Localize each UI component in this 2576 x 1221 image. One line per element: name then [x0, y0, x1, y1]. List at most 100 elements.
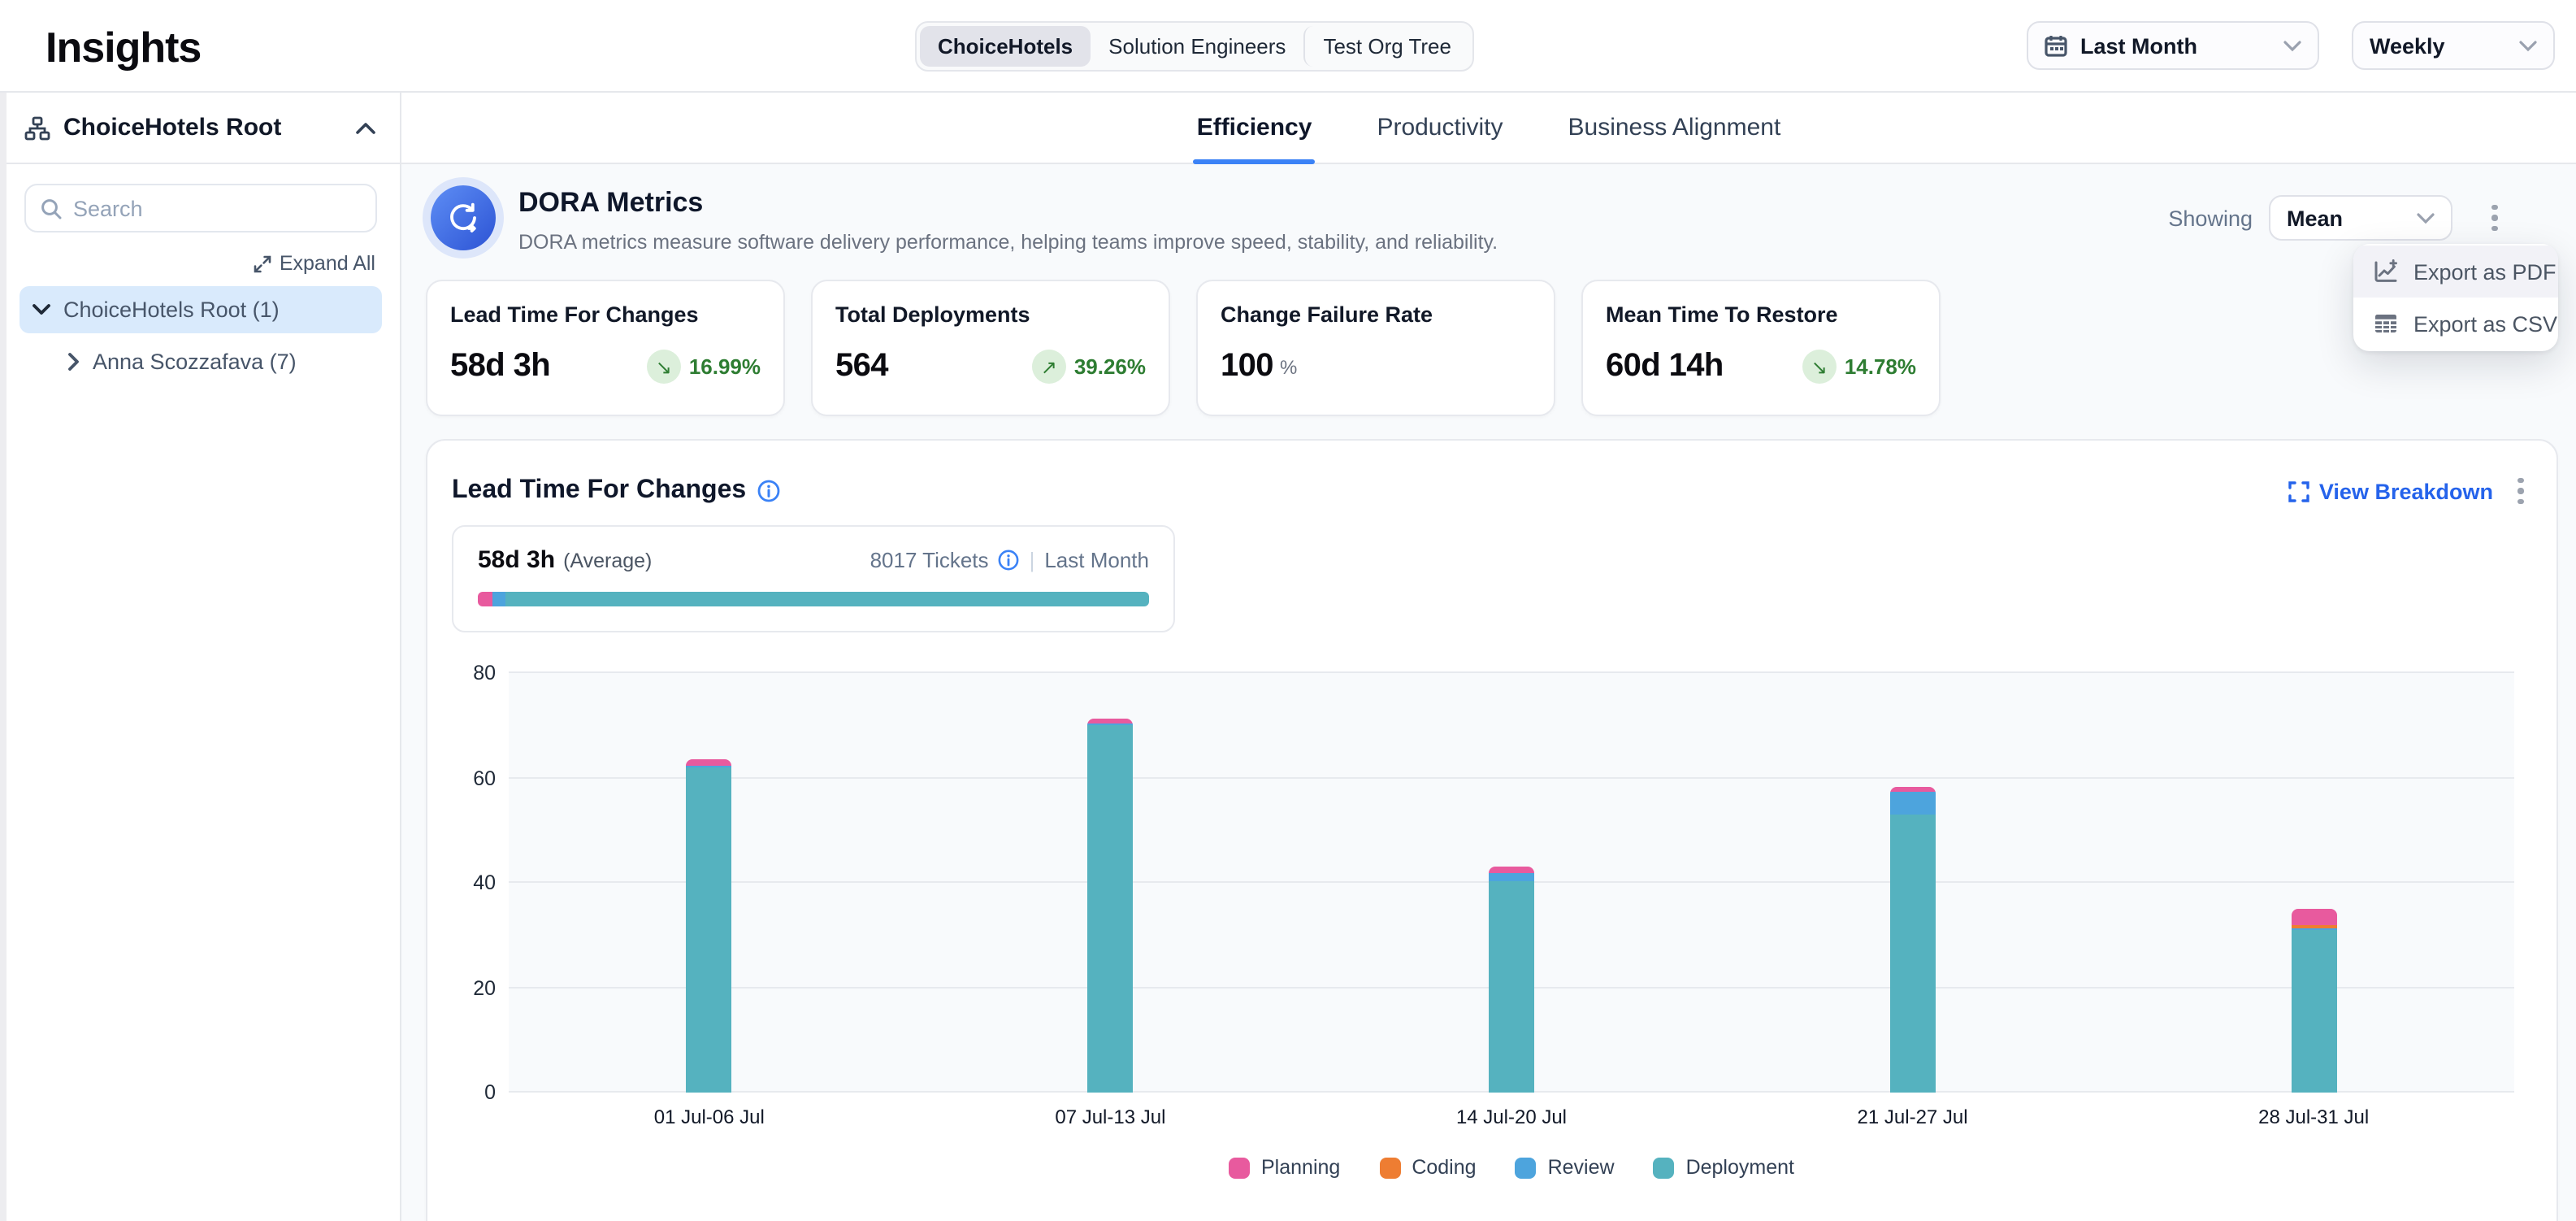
legend-label: Deployment — [1686, 1156, 1794, 1179]
chevron-down-icon[interactable] — [33, 304, 50, 315]
org-tree-sidebar: ChoiceHotels Root Expand All ChoiceHotel… — [0, 93, 401, 1221]
legend-item-coding[interactable]: Coding — [1379, 1156, 1476, 1179]
review-segment — [1489, 872, 1534, 882]
view-breakdown-button[interactable]: View Breakdown — [2288, 479, 2493, 503]
lead-time-section: Lead Time For Changes View Breakdown — [426, 439, 2558, 1221]
metric-value: 58d 3h — [450, 348, 647, 385]
stacked-bar-21 Jul-27 Jul[interactable] — [1890, 788, 1936, 1093]
chevron-down-icon — [2283, 40, 2301, 51]
tab-business-alignment[interactable]: Business Alignment — [1565, 114, 1785, 163]
period-select[interactable]: Last Month — [2027, 21, 2319, 70]
search-input[interactable] — [73, 196, 361, 220]
section-kebab-menu-icon[interactable] — [2509, 473, 2532, 509]
legend-item-review[interactable]: Review — [1516, 1156, 1615, 1179]
legend-item-deployment[interactable]: Deployment — [1654, 1156, 1794, 1179]
chevron-right-icon[interactable] — [68, 353, 80, 371]
x-tick-label: 01 Jul-06 Jul — [509, 1106, 910, 1128]
top-bar: Insights ChoiceHotels Solution Engineers… — [0, 0, 2576, 93]
deployment-segment — [687, 767, 732, 1093]
bar-slot — [910, 673, 1312, 1093]
table-icon — [2373, 311, 2399, 337]
deployment-segment — [2291, 930, 2336, 1093]
menu-item-export-pdf[interactable]: Export as PDF — [2353, 246, 2558, 298]
trend-down-icon: ↘ — [647, 350, 681, 384]
deployment-segment — [1087, 725, 1133, 1093]
info-icon[interactable] — [757, 480, 780, 502]
tab-productivity[interactable]: Productivity — [1373, 114, 1506, 163]
coding-color-chip — [1379, 1157, 1400, 1178]
phase-distribution-bar — [478, 592, 1149, 606]
showing-select-value: Mean — [2287, 206, 2417, 230]
period-select-value: Last Month — [2080, 33, 2270, 58]
planning-segment — [687, 759, 732, 766]
org-tab-test-org-tree[interactable]: Test Org Tree — [1303, 26, 1469, 67]
granularity-select-value: Weekly — [2370, 33, 2519, 58]
legend-label: Planning — [1261, 1156, 1340, 1179]
org-tree-icon — [24, 115, 50, 141]
org-tab-solution-engineers[interactable]: Solution Engineers — [1091, 26, 1303, 67]
section-header: Lead Time For Changes View Breakdown — [452, 473, 2532, 509]
window-edge — [0, 93, 7, 1221]
x-tick-label: 07 Jul-13 Jul — [910, 1106, 1312, 1128]
summary-qualifier: (Average) — [563, 549, 652, 571]
tab-efficiency[interactable]: Efficiency — [1194, 114, 1316, 163]
card-change-failure-rate: Change Failure Rate 100 % — [1196, 280, 1555, 416]
tabs-bar: Efficiency Productivity Business Alignme… — [401, 93, 2576, 164]
info-icon[interactable] — [999, 550, 1020, 571]
metric-value: 60d 14h — [1606, 348, 1802, 385]
tickets-count: 8017 Tickets — [870, 548, 989, 572]
chart-x-axis: 01 Jul-06 Jul07 Jul-13 Jul14 Jul-20 Jul2… — [509, 1106, 2514, 1128]
calendar-icon — [2045, 34, 2067, 57]
planning-color-chip — [1229, 1157, 1250, 1178]
dora-title: DORA Metrics — [518, 187, 1498, 219]
card-total-deployments: Total Deployments 564 ↗ 39.26% — [811, 280, 1170, 416]
sidebar-title: ChoiceHotels Root — [63, 114, 343, 141]
y-tick-label: 20 — [473, 976, 496, 999]
dora-kebab-menu-icon[interactable] — [2483, 200, 2506, 236]
tree-item-child[interactable]: Anna Scozzafava (7) — [55, 340, 364, 384]
review-segment — [492, 592, 505, 606]
x-tick-label: 28 Jul-31 Jul — [2113, 1106, 2514, 1128]
lead-time-summary-card: 58d 3h (Average) 8017 Tickets | Last Mon… — [452, 525, 1175, 632]
main-content: Efficiency Productivity Business Alignme… — [401, 93, 2576, 1221]
chevron-down-icon — [2519, 40, 2537, 51]
expand-all-button[interactable]: Expand All — [254, 252, 375, 275]
planning-segment — [2291, 909, 2336, 925]
chart-line-icon — [2373, 259, 2399, 285]
tree-item-root[interactable]: ChoiceHotels Root (1) — [20, 286, 382, 333]
org-tab-choicehotels[interactable]: ChoiceHotels — [920, 26, 1091, 67]
trend-badge: ↗ 39.26% — [1032, 350, 1146, 384]
chart-legend: Planning Coding Review Deployment — [509, 1156, 2514, 1179]
search-icon — [41, 198, 62, 219]
stacked-bar-01 Jul-06 Jul[interactable] — [687, 759, 732, 1093]
org-switcher: ChoiceHotels Solution Engineers Test Org… — [915, 21, 1474, 72]
menu-item-export-csv[interactable]: Export as CSV — [2353, 298, 2558, 350]
bar-slot — [509, 673, 910, 1093]
stacked-bar-28 Jul-31 Jul[interactable] — [2291, 909, 2336, 1093]
showing-select[interactable]: Mean — [2269, 195, 2452, 241]
expand-corners-icon — [2288, 480, 2309, 502]
legend-item-planning[interactable]: Planning — [1229, 1156, 1340, 1179]
export-menu: Export as PDF Export as CSV — [2353, 244, 2558, 351]
stacked-bar-07 Jul-13 Jul[interactable] — [1087, 719, 1133, 1093]
separator: | — [1030, 548, 1035, 572]
expand-arrows-icon — [254, 254, 271, 272]
x-tick-label: 14 Jul-20 Jul — [1311, 1106, 1712, 1128]
stacked-bar-14 Jul-20 Jul[interactable] — [1489, 867, 1534, 1093]
planning-segment — [1087, 719, 1133, 724]
y-tick-label: 80 — [473, 662, 496, 684]
x-tick-label: 21 Jul-27 Jul — [1712, 1106, 2114, 1128]
trend-down-icon: ↘ — [1802, 350, 1837, 384]
card-mean-time-to-restore: Mean Time To Restore 60d 14h ↘ 14.78% — [1581, 280, 1941, 416]
deployment-color-chip — [1654, 1157, 1675, 1178]
section-title: Lead Time For Changes — [452, 476, 746, 506]
showing-controls: Showing Mean — [2168, 195, 2506, 241]
granularity-select[interactable]: Weekly — [2352, 21, 2555, 70]
metric-value: 564 — [835, 348, 1032, 385]
page-title: Insights — [46, 23, 201, 73]
bar-slot — [1311, 673, 1712, 1093]
planning-segment — [478, 592, 492, 606]
chevron-down-icon — [2417, 212, 2435, 224]
search-box — [24, 184, 377, 232]
collapse-sidebar-icon[interactable] — [356, 121, 375, 134]
